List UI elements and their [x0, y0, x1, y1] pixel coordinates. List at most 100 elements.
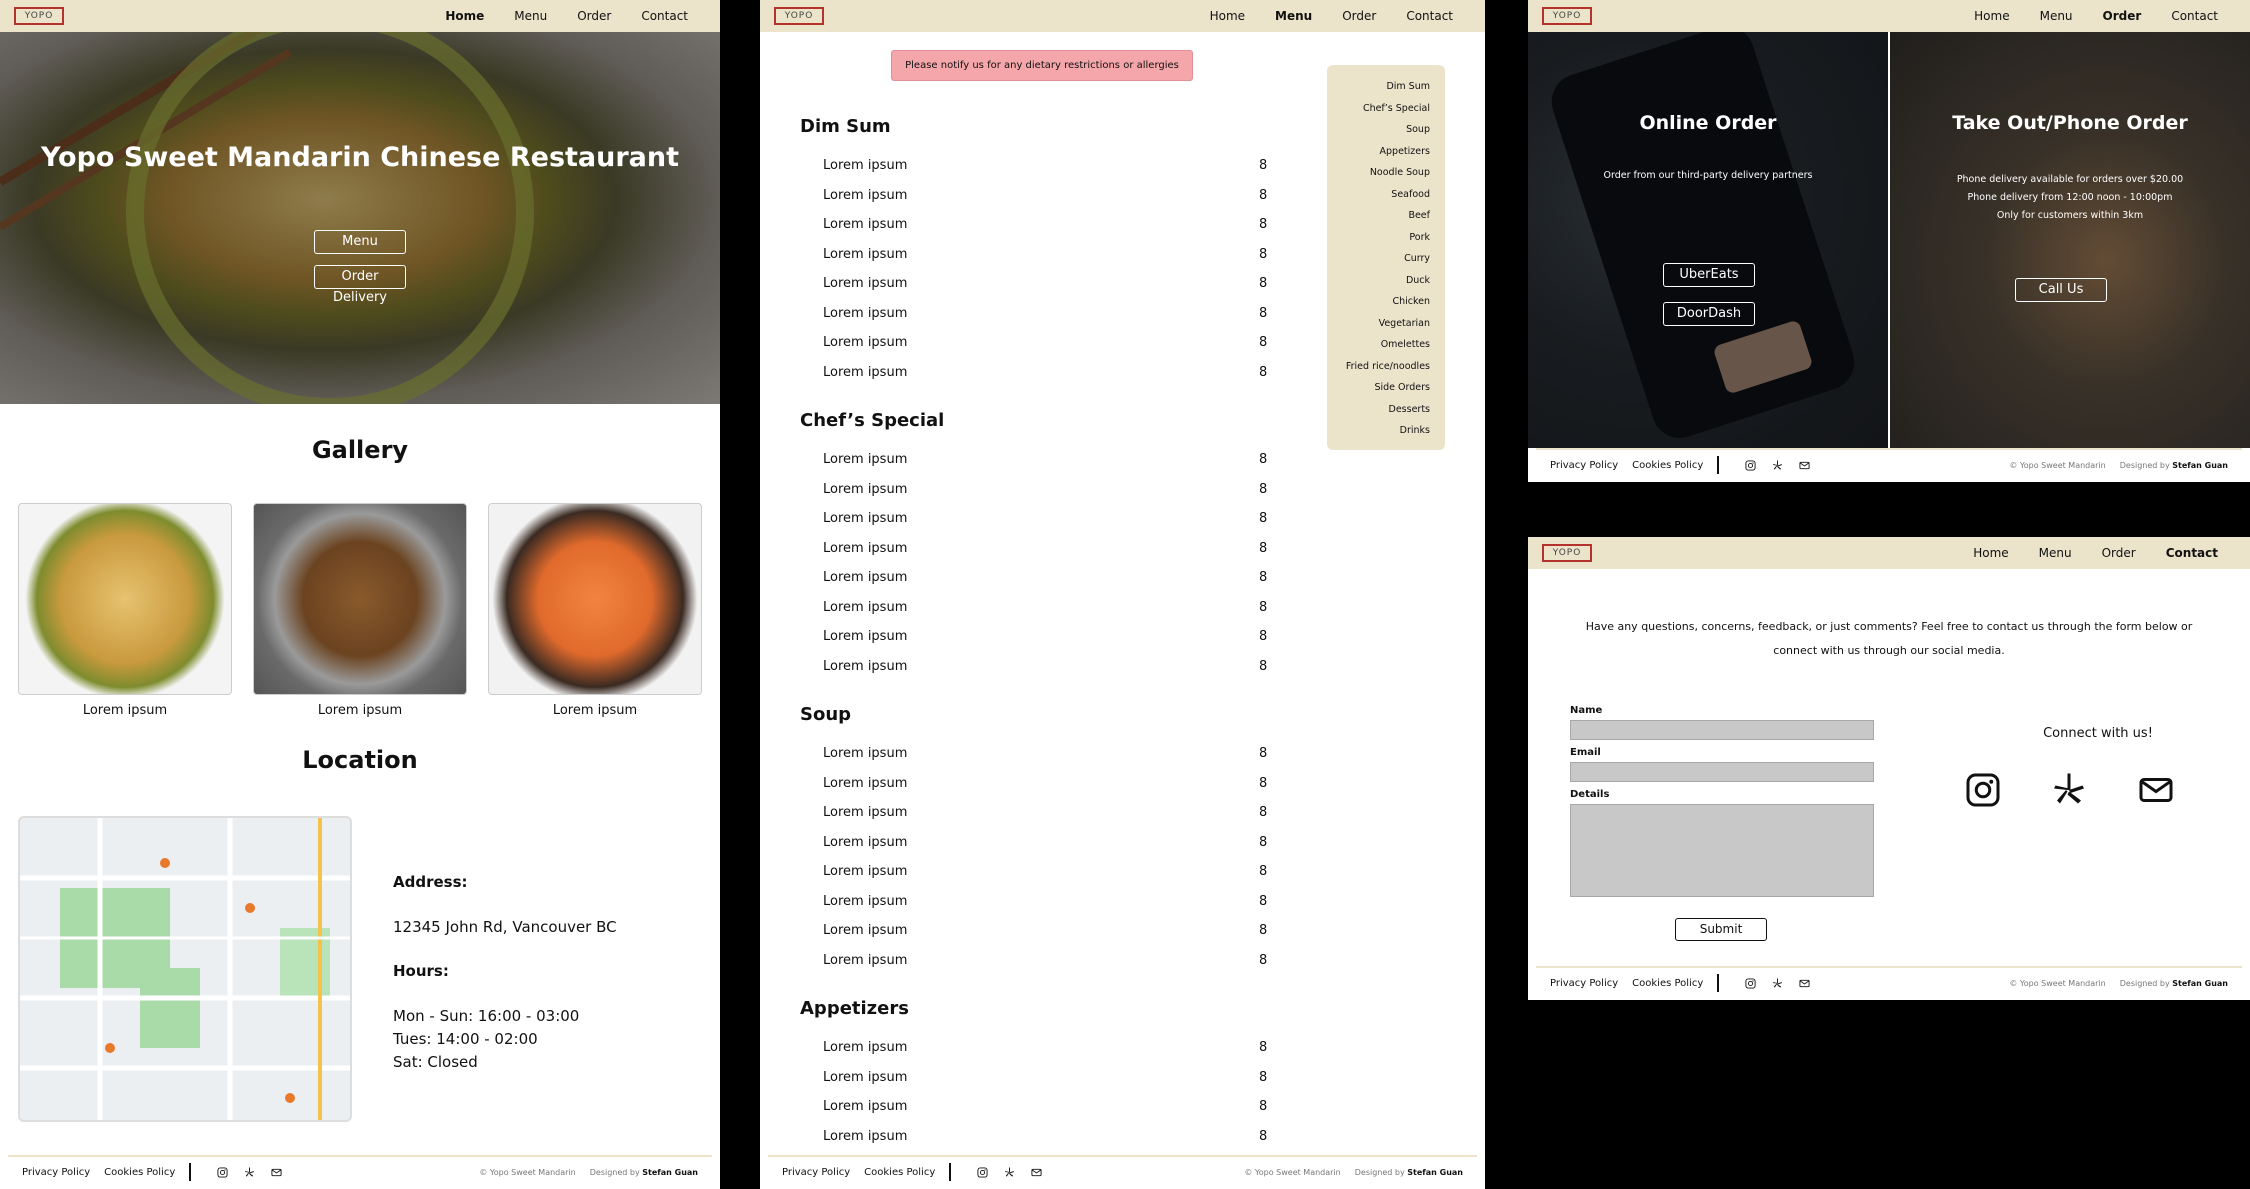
menu-item-price: 8	[1259, 864, 1268, 879]
sidebar-category-link[interactable]: Desserts	[1389, 404, 1430, 415]
nav-home[interactable]: Home	[1974, 9, 2009, 23]
order-delivery-button[interactable]: Order Delivery	[314, 265, 406, 305]
nav-home[interactable]: Home	[445, 9, 484, 23]
menu-item-price: 8	[1259, 746, 1268, 761]
map-graphic	[20, 818, 350, 1120]
takeout-order-section: Take Out/Phone Order Phone delivery avai…	[1890, 32, 2250, 448]
yelp-icon[interactable]	[1772, 977, 1783, 989]
mail-icon[interactable]	[2138, 772, 2174, 808]
logo[interactable]: YOPO	[774, 7, 824, 25]
cookies-policy-link[interactable]: Cookies Policy	[864, 1167, 935, 1178]
online-order-section: Online Order Order from our third-party …	[1528, 32, 1888, 448]
menu-item-name: Lorem ipsum	[823, 570, 908, 585]
nav-contact[interactable]: Contact	[2166, 546, 2218, 560]
menu-item-name: Lorem ipsum	[823, 1099, 908, 1114]
footer-social-icons	[1745, 977, 1810, 989]
menu-page-panel: YOPO Home Menu Order Contact Please noti…	[760, 0, 1485, 1189]
cookies-policy-link[interactable]: Cookies Policy	[1632, 978, 1703, 989]
yelp-icon[interactable]	[2051, 772, 2087, 808]
sidebar-category-link[interactable]: Fried rice/noodles	[1346, 361, 1430, 372]
privacy-policy-link[interactable]: Privacy Policy	[1550, 460, 1618, 471]
hero-overlay	[0, 32, 720, 404]
logo[interactable]: YOPO	[14, 7, 64, 25]
category-sidebar: Dim Sum Chef’s Special Soup Appetizers Noodl…	[1327, 65, 1445, 450]
nav-order[interactable]: Order	[2103, 9, 2142, 23]
nav-order[interactable]: Order	[2102, 546, 2136, 560]
nav-order[interactable]: Order	[1342, 9, 1376, 23]
sidebar-category-link[interactable]: Beef	[1408, 210, 1430, 221]
nav-menu[interactable]: Menu	[1275, 9, 1312, 23]
nav-home[interactable]: Home	[1210, 9, 1245, 23]
sidebar-category-link[interactable]: Appetizers	[1380, 146, 1430, 157]
instagram-icon[interactable]	[977, 1166, 988, 1178]
logo[interactable]: YOPO	[1542, 7, 1592, 25]
email-field[interactable]	[1570, 762, 1874, 782]
designer-credit: Designed by Stefan Guan	[2120, 461, 2228, 470]
nav-menu[interactable]: Menu	[2039, 546, 2072, 560]
doordash-button[interactable]: DoorDash	[1663, 302, 1755, 326]
menu-item-price: 8	[1259, 893, 1268, 909]
sidebar-category-link[interactable]: Seafood	[1391, 189, 1430, 200]
name-field[interactable]	[1570, 720, 1874, 740]
designed-by-label: Designed by	[2119, 460, 2170, 470]
privacy-policy-link[interactable]: Privacy Policy	[22, 1167, 90, 1178]
nav-links: Home Menu Order Contact	[1974, 0, 2218, 32]
menu-item-name: Lorem ipsum	[823, 658, 908, 674]
mail-icon[interactable]	[1799, 978, 1810, 989]
sidebar-category-link[interactable]: Curry	[1404, 253, 1430, 264]
instagram-icon[interactable]	[1745, 459, 1756, 471]
sidebar-category-link[interactable]: Side Orders	[1374, 382, 1430, 393]
footer-links: Privacy Policy Cookies Policy	[1550, 966, 1810, 1000]
mail-icon[interactable]	[1031, 1167, 1042, 1178]
instagram-icon[interactable]	[1745, 977, 1756, 989]
copyright-text: © Yopo Sweet Mandarin	[1244, 1167, 1341, 1177]
address-label: Address:	[393, 873, 468, 891]
privacy-policy-link[interactable]: Privacy Policy	[782, 1167, 850, 1178]
sidebar-category-link[interactable]: Dim Sum	[1386, 81, 1430, 92]
sidebar-category-link[interactable]: Chef’s Special	[1363, 103, 1430, 114]
sidebar-category-link[interactable]: Soup	[1406, 124, 1430, 135]
menu-item-name: Lorem ipsum	[823, 187, 908, 203]
sidebar-category-link[interactable]: Vegetarian	[1379, 318, 1430, 329]
online-order-text: Order from our third-party delivery part…	[1603, 170, 1813, 181]
nav-menu[interactable]: Menu	[2040, 9, 2073, 23]
sidebar-category-link[interactable]: Chicken	[1392, 296, 1430, 307]
instagram-icon[interactable]	[1965, 772, 2001, 808]
yelp-icon[interactable]	[1004, 1166, 1015, 1178]
menu-item-name: Lorem ipsum	[823, 893, 908, 909]
nav-contact[interactable]: Contact	[641, 9, 688, 23]
sidebar-category-link[interactable]: Noodle Soup	[1370, 167, 1430, 178]
ubereats-button[interactable]: UberEats	[1663, 263, 1755, 287]
sidebar-category-link[interactable]: Duck	[1406, 275, 1430, 286]
sidebar-category-link[interactable]: Drinks	[1400, 425, 1430, 436]
menu-item-name: Lorem ipsum	[823, 746, 908, 761]
menu-item-price: 8	[1259, 276, 1268, 291]
menu-item-price: 8	[1259, 481, 1268, 497]
yelp-icon[interactable]	[1772, 459, 1783, 471]
mail-icon[interactable]	[271, 1167, 282, 1178]
sidebar-category-link[interactable]: Omelettes	[1381, 339, 1430, 350]
instagram-icon[interactable]	[217, 1166, 228, 1178]
nav-contact[interactable]: Contact	[2171, 9, 2218, 23]
submit-button[interactable]: Submit	[1675, 918, 1767, 941]
location-map[interactable]	[18, 816, 352, 1122]
gallery-image-chicken	[253, 503, 467, 695]
footer: Privacy Policy Cookies Policy © Yopo Swe…	[0, 1155, 720, 1189]
hero-title: Yopo Sweet Mandarin Chinese Restaurant	[40, 142, 680, 173]
mail-icon[interactable]	[1799, 460, 1810, 471]
nav-home[interactable]: Home	[1973, 546, 2008, 560]
yelp-icon[interactable]	[244, 1166, 255, 1178]
menu-item-price: 8	[1259, 305, 1268, 321]
privacy-policy-link[interactable]: Privacy Policy	[1550, 978, 1618, 989]
logo[interactable]: YOPO	[1542, 544, 1592, 562]
nav-menu[interactable]: Menu	[514, 9, 547, 23]
footer: Privacy Policy Cookies Policy © Yopo Swe…	[1528, 966, 2250, 1000]
cookies-policy-link[interactable]: Cookies Policy	[1632, 460, 1703, 471]
cookies-policy-link[interactable]: Cookies Policy	[104, 1167, 175, 1178]
details-textarea[interactable]	[1570, 804, 1874, 897]
call-us-button[interactable]: Call Us	[2015, 278, 2107, 302]
nav-contact[interactable]: Contact	[1406, 9, 1453, 23]
menu-button[interactable]: Menu	[314, 230, 406, 254]
sidebar-category-link[interactable]: Pork	[1409, 232, 1430, 243]
nav-order[interactable]: Order	[577, 9, 611, 23]
